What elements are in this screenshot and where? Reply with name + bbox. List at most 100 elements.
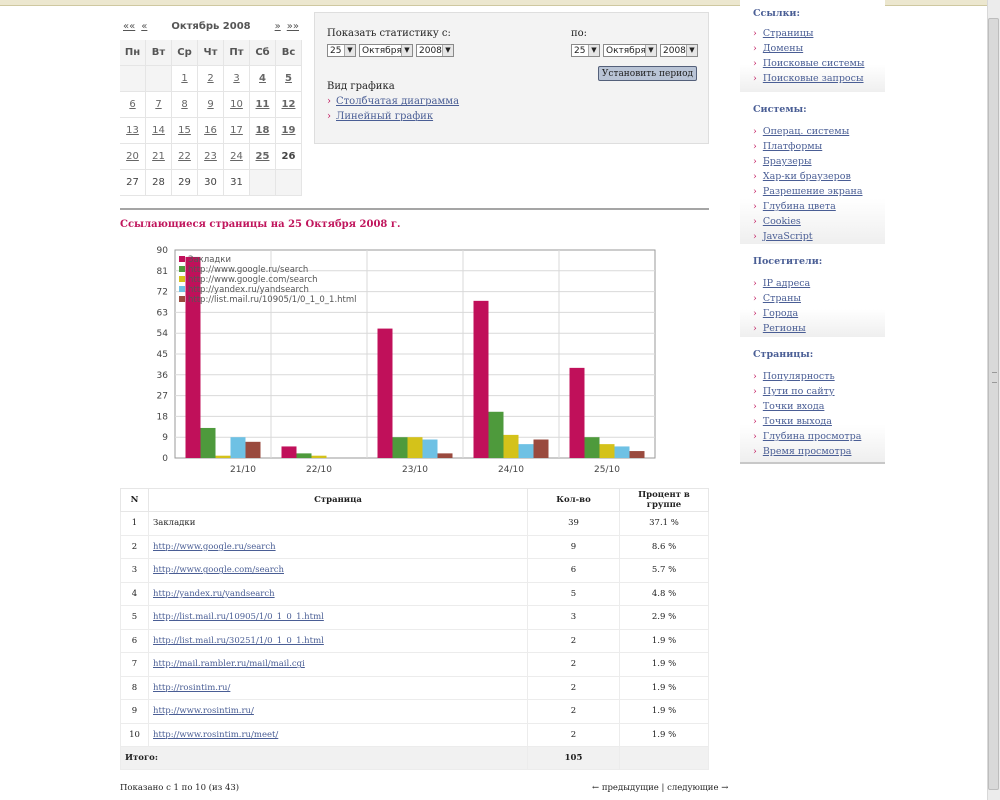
sidebar-item[interactable]: › Домены <box>753 43 803 54</box>
calendar-day[interactable]: 16 <box>198 118 224 144</box>
arrow-right-icon: › <box>753 156 757 167</box>
to-day-value: 25 <box>574 46 586 56</box>
calendar-day[interactable]: 24 <box>224 144 250 170</box>
table-row: 3 http://www.google.com/search 6 5.7 % <box>120 558 709 583</box>
line-chart-link[interactable]: › Линейный график <box>327 111 433 122</box>
calendar-day[interactable]: 9 <box>198 92 224 118</box>
prev-month-link[interactable]: « <box>141 21 147 32</box>
calendar-day[interactable]: 4 <box>250 66 276 92</box>
from-day-select[interactable]: 25 ▼ <box>327 44 356 57</box>
prev-page-link[interactable]: ← предыдущие <box>592 783 659 793</box>
sidebar-item[interactable]: › IP адреса <box>753 278 810 289</box>
prev-year-link[interactable]: «« <box>123 21 135 32</box>
arrow-right-icon: › <box>753 416 757 427</box>
arrow-right-icon: › <box>753 171 757 182</box>
to-year-select[interactable]: 2008 ▼ <box>660 44 698 57</box>
from-month-select[interactable]: Октября ▼ <box>359 44 413 57</box>
page-link[interactable]: http://www.rosintim.ru/meet/ <box>153 730 278 740</box>
sidebar-item[interactable]: › Cookies <box>753 216 801 227</box>
sidebar-section-title: Ссылки: <box>753 8 800 19</box>
page-link[interactable]: http://yandex.ru/yandsearch <box>153 589 275 599</box>
calendar-day[interactable]: 2 <box>198 66 224 92</box>
dropdown-arrow-icon: ▼ <box>344 45 355 56</box>
page-link[interactable]: http://list.mail.ru/30251/1/0_1_0_1.html <box>153 636 324 646</box>
bar <box>377 328 393 458</box>
referrers-table: N Страница Кол-во Процент в группе 1 Закл… <box>120 488 709 770</box>
sidebar-item[interactable]: › JavaScript <box>753 231 813 242</box>
sidebar-item[interactable]: › Страницы <box>753 28 813 39</box>
to-month-select[interactable]: Октября ▼ <box>603 44 657 57</box>
calendar-day[interactable]: 3 <box>224 66 250 92</box>
from-label: Показать статистику с: <box>327 28 451 39</box>
sidebar-item[interactable]: › Регионы <box>753 323 806 334</box>
calendar-day[interactable]: 17 <box>224 118 250 144</box>
sidebar-item[interactable]: › Браузеры <box>753 156 812 167</box>
percent-cell: 1.9 % <box>619 652 709 677</box>
sidebar-item[interactable]: › Города <box>753 308 798 319</box>
sidebar-item[interactable]: › Разрешение экрана <box>753 186 863 197</box>
sidebar-item-label: Страны <box>762 293 801 304</box>
sidebar-item[interactable]: › Время просмотра <box>753 446 851 457</box>
page-link[interactable]: http://list.mail.ru/10905/1/0_1_0_1.html <box>153 612 324 622</box>
calendar-day[interactable]: 18 <box>250 118 276 144</box>
arrow-right-icon: › <box>753 278 757 289</box>
calendar-day[interactable]: 20 <box>120 144 146 170</box>
sidebar-item-label: Регионы <box>762 323 806 334</box>
bar <box>422 439 438 458</box>
bar <box>488 411 504 458</box>
sidebar-item[interactable]: › Хар-ки браузеров <box>753 171 851 182</box>
bar <box>614 446 630 458</box>
calendar-day[interactable]: 15 <box>172 118 198 144</box>
sidebar-item[interactable]: › Глубина цвета <box>753 201 836 212</box>
page-link[interactable]: http://www.google.ru/search <box>153 542 276 552</box>
calendar-day[interactable]: 14 <box>146 118 172 144</box>
calendar-day[interactable]: 22 <box>172 144 198 170</box>
page-link[interactable]: http://rosintim.ru/ <box>153 683 230 693</box>
calendar-day[interactable]: 5 <box>276 66 302 92</box>
page-link[interactable]: http://www.google.com/search <box>153 565 284 575</box>
sidebar-item[interactable]: › Поисковые запросы <box>753 73 864 84</box>
calendar-day[interactable]: 1 <box>172 66 198 92</box>
bar <box>518 444 534 458</box>
dropdown-arrow-icon: ▼ <box>588 45 599 56</box>
bar <box>281 446 297 458</box>
sidebar-item[interactable]: › Пути по сайту <box>753 386 835 397</box>
next-month-link[interactable]: » <box>275 21 281 32</box>
calendar-day[interactable]: 6 <box>120 92 146 118</box>
set-period-button[interactable]: Установить период <box>598 66 697 81</box>
next-page-link[interactable]: следующие → <box>667 783 728 793</box>
calendar-day[interactable]: 12 <box>276 92 302 118</box>
bar-chart-link[interactable]: › Столбчатая диаграмма <box>327 96 459 107</box>
vertical-scrollbar[interactable] <box>987 0 1000 800</box>
calendar-day[interactable]: 25 <box>250 144 276 170</box>
legend-label: http://www.google.com/search <box>188 275 318 285</box>
calendar-day[interactable]: 19 <box>276 118 302 144</box>
next-year-link[interactable]: »» <box>287 21 299 32</box>
calendar-day[interactable]: 7 <box>146 92 172 118</box>
sidebar-item[interactable]: › Точки входа <box>753 401 824 412</box>
calendar-empty-cell <box>120 66 146 92</box>
to-day-select[interactable]: 25 ▼ <box>571 44 600 57</box>
calendar-day[interactable]: 13 <box>120 118 146 144</box>
sidebar-item[interactable]: › Операц. системы <box>753 126 849 137</box>
calendar-day[interactable]: 23 <box>198 144 224 170</box>
table-row: 8 http://rosintim.ru/2 1.9 % <box>120 675 709 700</box>
sidebar-item[interactable]: › Популярность <box>753 371 835 382</box>
calendar-day[interactable]: 10 <box>224 92 250 118</box>
sidebar-item[interactable]: › Поисковые системы <box>753 58 864 69</box>
sidebar-item[interactable]: › Глубина просмотра <box>753 431 861 442</box>
sidebar-item[interactable]: › Платформы <box>753 141 822 152</box>
sidebar-item[interactable]: › Точки выхода <box>753 416 832 427</box>
scrollbar-thumb[interactable] <box>988 18 999 790</box>
x-tick-label: 21/10 <box>230 465 256 475</box>
sidebar-item[interactable]: › Страны <box>753 293 801 304</box>
total-count: 105 <box>527 746 620 770</box>
calendar-day[interactable]: 8 <box>172 92 198 118</box>
total-label: Итого: <box>120 746 528 770</box>
calendar-day[interactable]: 11 <box>250 92 276 118</box>
page-link[interactable]: http://mail.rambler.ru/mail/mail.cgi <box>153 659 305 669</box>
sidebar-item-label: Домены <box>762 43 804 54</box>
calendar-day[interactable]: 21 <box>146 144 172 170</box>
page-link[interactable]: http://www.rosintim.ru/ <box>153 706 254 716</box>
from-year-select[interactable]: 2008 ▼ <box>416 44 454 57</box>
